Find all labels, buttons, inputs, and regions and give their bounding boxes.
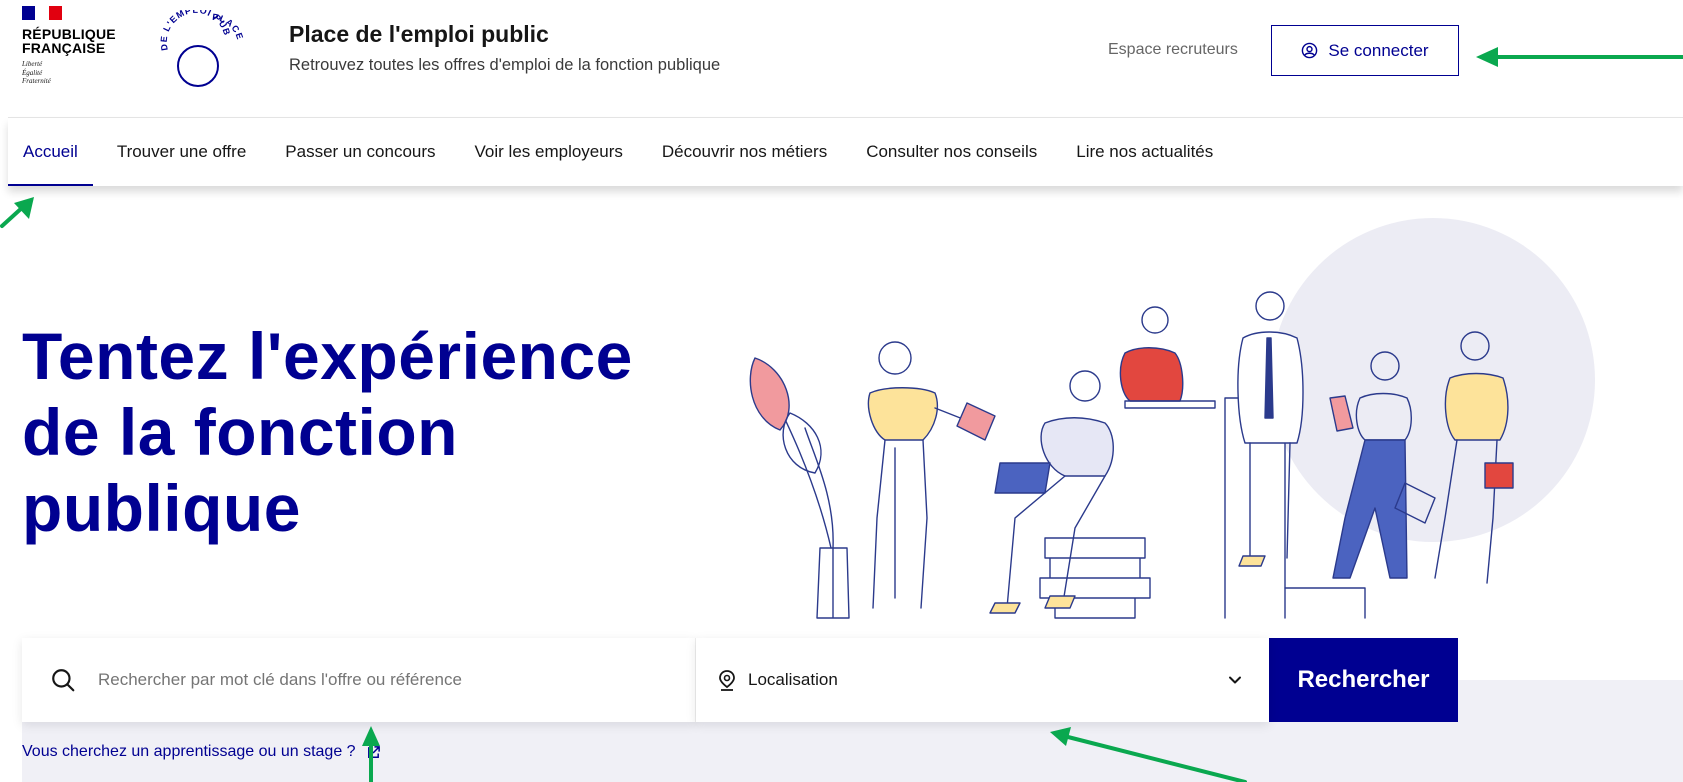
motto: Liberté Égalité Fraternité	[22, 60, 122, 86]
plant-vase	[816, 547, 850, 619]
person-head	[878, 341, 912, 375]
person-legs	[872, 439, 928, 609]
shoe	[989, 602, 1021, 614]
shoe	[1044, 595, 1076, 609]
chevron-down-icon[interactable]	[1227, 672, 1243, 688]
hero-title: Tentez l'expérience de la fonction publi…	[22, 318, 633, 546]
internship-link[interactable]: Vous cherchez un apprentissage ou un sta…	[22, 743, 381, 761]
person-top	[1444, 372, 1509, 441]
place-emploi-public-logo[interactable]: DE L'EMPLOI PUBLIC PLACE	[160, 10, 244, 90]
hero-title-line: de la fonction	[22, 395, 458, 469]
login-button-label: Se connecter	[1328, 40, 1429, 60]
internship-link-label: Vous cherchez un apprentissage ou un sta…	[22, 743, 356, 760]
search-icon	[52, 669, 75, 692]
plant-leaf	[782, 412, 822, 474]
hero-title-line: publique	[22, 471, 301, 545]
location-label: Localisation	[748, 670, 838, 689]
search-form: Localisation Rechercher	[22, 638, 1458, 722]
hero-illustration	[749, 218, 1595, 619]
nav-item-trouver-offre[interactable]: Trouver une offre	[102, 118, 261, 186]
folder	[1484, 462, 1514, 489]
location-select[interactable]: Localisation	[696, 638, 1269, 722]
french-flag-icon	[22, 6, 62, 20]
shoe	[1238, 555, 1266, 567]
keyword-input[interactable]	[98, 670, 658, 690]
motto-line: Liberté	[22, 60, 43, 68]
user-circle-icon	[1302, 42, 1318, 59]
location-pin-icon	[719, 670, 735, 691]
login-button[interactable]: Se connecter	[1271, 25, 1459, 76]
plant-leaf	[749, 357, 790, 431]
motto-line: Fraternité	[22, 77, 51, 85]
nav-item-lire-actualites[interactable]: Lire nos actualités	[1061, 118, 1228, 186]
hero-title-line: Tentez l'expérience	[22, 319, 633, 393]
keyword-field[interactable]	[22, 638, 696, 722]
laptop	[994, 462, 1051, 494]
person-legs	[1006, 475, 1106, 609]
table	[1124, 400, 1216, 409]
recruiter-space-link[interactable]: Espace recruteurs	[1108, 41, 1238, 59]
step-block	[1284, 587, 1366, 619]
person-head	[1141, 306, 1169, 334]
search-submit-button[interactable]: Rechercher	[1269, 638, 1458, 722]
motto-line: Égalité	[22, 68, 43, 77]
marianne-logo[interactable]: RÉPUBLIQUE FRANÇAISE Liberté Égalité Fra…	[22, 6, 122, 86]
tie	[1264, 337, 1274, 419]
gov-name-line1: RÉPUBLIQUE	[22, 26, 116, 42]
gov-name-line2: FRANÇAISE	[22, 40, 106, 56]
nav-item-decouvrir-metiers[interactable]: Découvrir nos métiers	[647, 118, 842, 186]
plant-stem	[804, 427, 834, 549]
person-head	[1069, 370, 1101, 402]
person-top	[867, 387, 939, 441]
person-legs	[1249, 442, 1291, 559]
annotation-arrow	[0, 197, 34, 228]
illustration-bg-circle	[1271, 218, 1595, 542]
main-nav: Accueil Trouver une offre Passer un conc…	[8, 118, 1683, 186]
logo-text-top: PLACE	[212, 12, 244, 42]
svg-text:PLACE: PLACE	[212, 12, 244, 42]
nav-item-voir-employeurs[interactable]: Voir les employeurs	[460, 118, 638, 186]
site-header: RÉPUBLIQUE FRANÇAISE Liberté Égalité Fra…	[0, 0, 1683, 118]
external-link-icon	[367, 745, 380, 758]
person-top	[1119, 347, 1184, 402]
nav-item-accueil[interactable]: Accueil	[8, 118, 93, 186]
book	[956, 402, 996, 441]
site-tagline: Retrouvez toutes les offres d'emploi de …	[289, 56, 721, 74]
nav-item-passer-concours[interactable]: Passer un concours	[270, 118, 450, 186]
nav-item-consulter-conseils[interactable]: Consulter nos conseils	[851, 118, 1052, 186]
person-head	[1255, 291, 1285, 321]
site-title[interactable]: Place de l'emploi public	[289, 21, 549, 48]
gov-name: RÉPUBLIQUE FRANÇAISE	[22, 27, 122, 55]
person-top	[1040, 417, 1114, 477]
